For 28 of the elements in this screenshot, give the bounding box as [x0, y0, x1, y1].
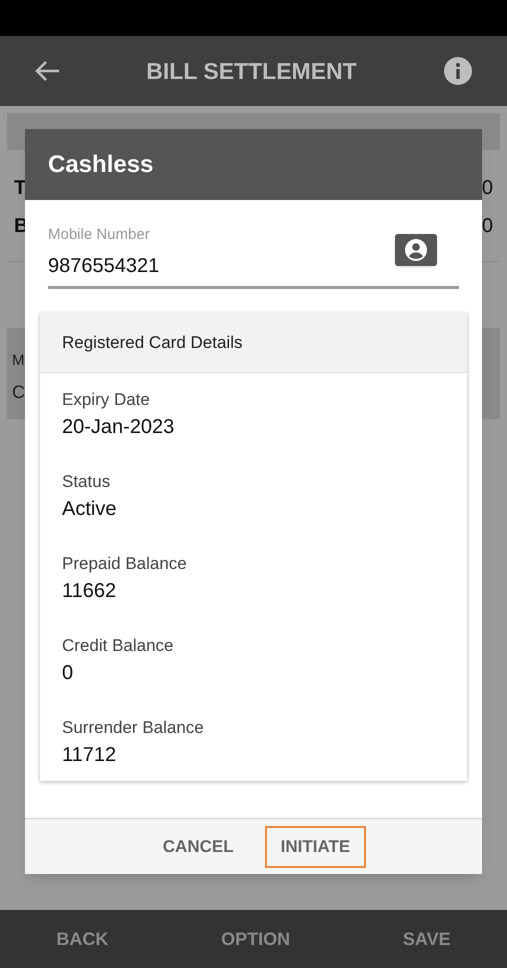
- field-label: Status: [62, 472, 112, 492]
- field-value: 11662: [62, 579, 118, 603]
- field-value: 0: [62, 661, 74, 685]
- dialog-title: Cashless: [48, 150, 154, 180]
- dialog-button[interactable]: CANCEL: [146, 826, 250, 868]
- row-label: T: [14, 178, 26, 198]
- panel-label: M: [12, 351, 24, 371]
- field-value: 11712: [62, 743, 118, 767]
- screen-title: BILL SETTLEMENT: [146, 56, 357, 86]
- row-value: 0: [482, 216, 493, 236]
- panel-value: C: [12, 380, 25, 404]
- card-title: Registered Card Details: [62, 332, 242, 354]
- dialog-button[interactable]: INITIATE: [264, 826, 366, 868]
- field-label: Prepaid Balance: [62, 554, 188, 574]
- contact-button[interactable]: [395, 234, 437, 266]
- field-label: Credit Balance: [62, 636, 175, 656]
- field-label: Surrender Balance: [62, 718, 205, 738]
- info-icon[interactable]: [443, 56, 473, 86]
- back-arrow-icon[interactable]: [34, 60, 60, 82]
- field-value: 20-Jan-2023: [62, 415, 176, 439]
- person-icon: [404, 238, 428, 262]
- nav-button[interactable]: OPTION: [211, 926, 300, 952]
- nav-button[interactable]: BACK: [46, 926, 118, 952]
- field-value: Active: [62, 497, 118, 521]
- mobile-number-field[interactable]: Mobile Number 9876554321: [48, 227, 459, 289]
- row-value: 0: [482, 178, 493, 198]
- nav-button[interactable]: SAVE: [392, 926, 461, 952]
- field-label: Expiry Date: [62, 390, 151, 410]
